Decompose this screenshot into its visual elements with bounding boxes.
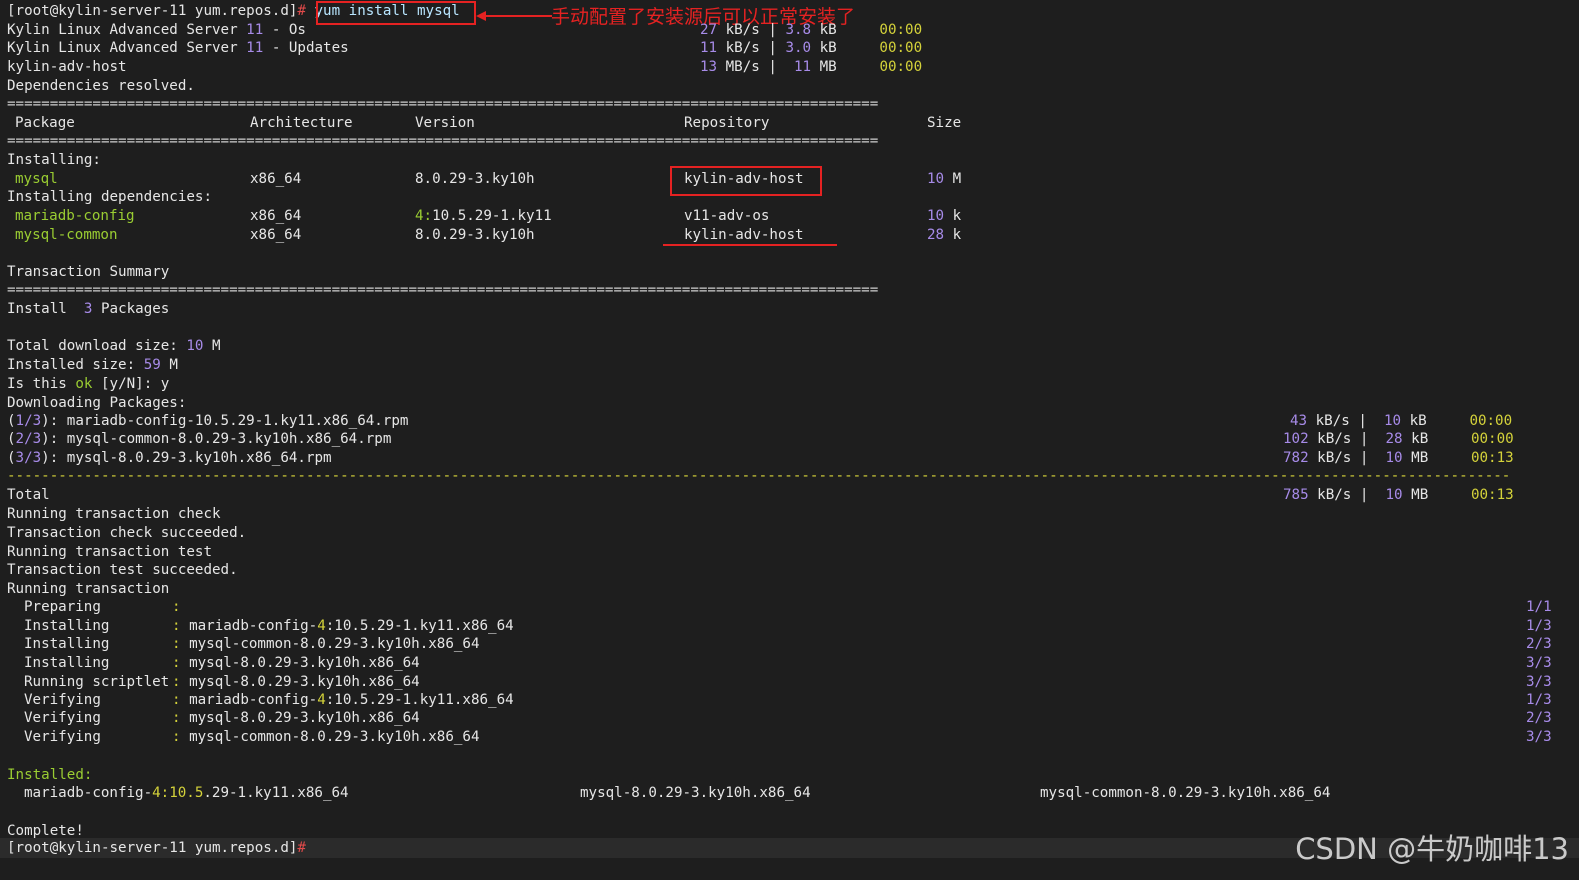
header-package: Package xyxy=(15,115,75,131)
step-action: Verifying xyxy=(24,729,101,745)
status-line: Running transaction test xyxy=(7,544,212,560)
install-count-line: Install 3 Packages xyxy=(7,301,170,317)
separator: ========================================… xyxy=(7,96,879,112)
step-action: Verifying xyxy=(24,710,101,726)
shell-prompt-current[interactable]: [root@kylin-server-11 yum.repos.d]# xyxy=(7,839,306,858)
total-label: Total xyxy=(7,487,50,503)
step-count: 3/3 xyxy=(1526,729,1552,745)
download-line: (2/3): mysql-common-8.0.29-3.ky10h.x86_6… xyxy=(7,431,392,447)
repo-line: kylin-adv-host xyxy=(7,59,127,75)
separator: ========================================… xyxy=(7,282,879,298)
package-version: 8.0.29-3.ky10h xyxy=(415,171,535,187)
package-size: 28 k xyxy=(927,227,962,243)
status-line: Transaction test succeeded. xyxy=(7,562,238,578)
repo-underline xyxy=(663,244,837,246)
status-line: Running transaction xyxy=(7,581,170,597)
installing-label: Installing: xyxy=(7,152,101,168)
package-arch: x86_64 xyxy=(250,227,302,243)
package-size: 10 k xyxy=(927,208,962,224)
repo-line: Kylin Linux Advanced Server 11 - Os xyxy=(7,22,306,38)
step-action: Installing xyxy=(24,618,110,634)
header-repository: Repository xyxy=(684,115,770,131)
step-action: Preparing xyxy=(24,599,101,615)
installing-deps-label: Installing dependencies: xyxy=(7,189,212,205)
step-count: 3/3 xyxy=(1526,674,1552,690)
package-repo: v11-adv-os xyxy=(684,208,770,224)
header-size: Size xyxy=(927,115,962,131)
package-name: mysql xyxy=(15,171,58,187)
header-version: Version xyxy=(415,115,475,131)
step-count: 1/3 xyxy=(1526,692,1552,708)
installed-size: Installed size: 59 M xyxy=(7,357,178,373)
confirm-prompt: Is this ok [y/N]: y xyxy=(7,376,170,392)
step-package: : mysql-common-8.0.29-3.ky10h.x86_64 xyxy=(172,729,480,745)
separator: ========================================… xyxy=(7,133,879,149)
package-name: mysql-common xyxy=(15,227,118,243)
step-package: : mysql-common-8.0.29-3.ky10h.x86_64 xyxy=(172,636,480,652)
step-package: : mysql-8.0.29-3.ky10h.x86_64 xyxy=(172,674,420,690)
step-colon: : xyxy=(172,599,181,615)
header-architecture: Architecture xyxy=(250,115,353,131)
download-line: (1/3): mariadb-config-10.5.29-1.ky11.x86… xyxy=(7,413,409,429)
download-stats: 102 kB/s | 28 kB 00:00 xyxy=(1283,431,1514,447)
download-stats: 43 kB/s | 10 kB 00:00 xyxy=(1290,413,1513,429)
command-highlight-box xyxy=(316,1,476,25)
step-action: Installing xyxy=(24,636,110,652)
download-line: (3/3): mysql-8.0.29-3.ky10h.x86_64.rpm xyxy=(7,450,332,466)
installed-package: mysql-common-8.0.29-3.ky10h.x86_64 xyxy=(1040,785,1331,801)
deps-resolved: Dependencies resolved. xyxy=(7,78,195,94)
package-arch: x86_64 xyxy=(250,208,302,224)
downloading-label: Downloading Packages: xyxy=(7,395,187,411)
step-package: : mysql-8.0.29-3.ky10h.x86_64 xyxy=(172,655,420,671)
separator-dashed: ----------------------------------------… xyxy=(7,468,1511,484)
step-package: : mariadb-config-4:10.5.29-1.ky11.x86_64 xyxy=(172,618,514,634)
package-version: 8.0.29-3.ky10h xyxy=(415,227,535,243)
arrow-left-icon xyxy=(476,11,552,21)
step-count: 3/3 xyxy=(1526,655,1552,671)
step-action: Installing xyxy=(24,655,110,671)
step-count: 1/1 xyxy=(1526,599,1552,615)
package-arch: x86_64 xyxy=(250,171,302,187)
prompt-hash: # xyxy=(297,3,306,19)
step-count: 1/3 xyxy=(1526,618,1552,634)
installed-package: mariadb-config-4:10.5.29-1.ky11.x86_64 xyxy=(24,785,349,801)
watermark: CSDN @牛奶咖啡13 xyxy=(1295,832,1569,866)
total-stats: 785 kB/s | 10 MB 00:13 xyxy=(1283,487,1514,503)
package-size: 10 M xyxy=(927,171,962,187)
step-count: 2/3 xyxy=(1526,710,1552,726)
step-package: : mysql-8.0.29-3.ky10h.x86_64 xyxy=(172,710,420,726)
shell-prompt: [root@kylin-server-11 yum.repos.d] xyxy=(7,3,298,19)
status-line: Running transaction check xyxy=(7,506,221,522)
package-version: 4:10.5.29-1.ky11 xyxy=(415,208,552,224)
repo-highlight-box xyxy=(670,166,822,196)
repo-stats: 27 kB/s | 3.8 kB 00:00 xyxy=(700,22,923,38)
step-action: Running scriptlet xyxy=(24,674,170,690)
total-download-size: Total download size: 10 M xyxy=(7,338,221,354)
download-stats: 782 kB/s | 10 MB 00:13 xyxy=(1283,450,1514,466)
repo-line: Kylin Linux Advanced Server 11 - Updates xyxy=(7,40,349,56)
repo-stats: 13 MB/s | 11 MB 00:00 xyxy=(700,59,923,75)
transaction-summary: Transaction Summary xyxy=(7,264,170,280)
status-line: Transaction check succeeded. xyxy=(7,525,247,541)
repo-stats: 11 kB/s | 3.0 kB 00:00 xyxy=(700,40,923,56)
step-package: : mariadb-config-4:10.5.29-1.ky11.x86_64 xyxy=(172,692,514,708)
installed-label: Installed: xyxy=(7,767,93,783)
package-name: mariadb-config xyxy=(15,208,135,224)
step-action: Verifying xyxy=(24,692,101,708)
package-repo: kylin-adv-host xyxy=(684,227,804,243)
step-count: 2/3 xyxy=(1526,636,1552,652)
installed-package: mysql-8.0.29-3.ky10h.x86_64 xyxy=(580,785,811,801)
